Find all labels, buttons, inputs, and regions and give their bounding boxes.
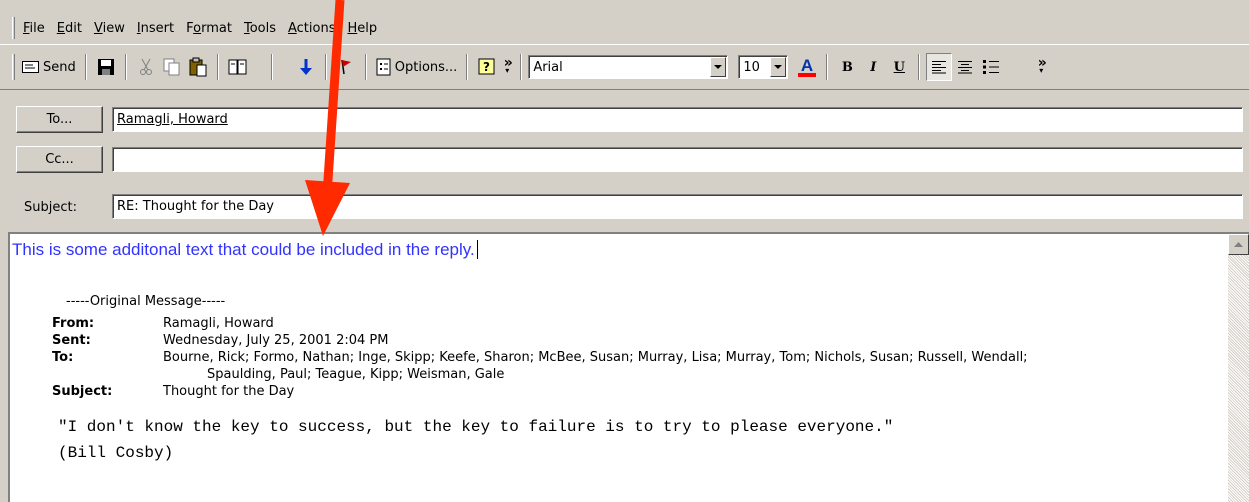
quote-line-2: (Bill Cosby) — [58, 444, 174, 462]
send-icon — [22, 61, 39, 73]
font-size-dropdown-icon[interactable] — [770, 57, 787, 77]
cut-button[interactable] — [133, 53, 159, 81]
font-color-button[interactable]: A — [794, 53, 820, 81]
svg-text:?: ? — [483, 60, 490, 74]
menu-actions[interactable]: Actions — [288, 21, 336, 36]
orig-to-label: To: — [52, 350, 74, 365]
menu-view[interactable]: View — [94, 21, 125, 36]
italic-button[interactable]: I — [860, 53, 886, 81]
orig-sent-label: Sent: — [52, 333, 91, 348]
font-size-value: 10 — [743, 59, 760, 75]
font-color-icon: A — [798, 56, 817, 77]
toolbar-separator — [216, 54, 219, 80]
bullets-button[interactable] — [978, 53, 1004, 81]
chevron-down-icon: ▾ — [505, 66, 510, 75]
orig-sent-value: Wednesday, July 25, 2001 2:04 PM — [163, 333, 389, 348]
underline-button[interactable]: U — [886, 53, 912, 81]
scissors-icon — [139, 58, 152, 75]
to-button[interactable]: To... — [16, 106, 103, 133]
align-center-icon — [958, 61, 973, 74]
orig-from-label: From: — [52, 316, 95, 331]
address-book-button[interactable] — [225, 53, 251, 81]
send-label: Send — [43, 59, 76, 75]
cc-field[interactable] — [112, 147, 1243, 172]
align-left-icon — [932, 61, 947, 74]
toolbar-separator — [364, 54, 367, 80]
svg-text:A: A — [801, 56, 813, 75]
menu-insert[interactable]: Insert — [137, 21, 174, 36]
toolbar-separator — [918, 54, 921, 80]
toolbar-separator — [124, 54, 127, 80]
flag-icon — [341, 59, 351, 75]
align-left-button[interactable] — [926, 53, 953, 81]
vertical-scrollbar[interactable] — [1228, 234, 1249, 502]
help-button[interactable]: ? — [474, 53, 500, 81]
reply-text: This is some additonal text that could b… — [12, 240, 478, 260]
scroll-up-button[interactable] — [1228, 234, 1249, 255]
down-arrow-icon — [299, 59, 312, 75]
align-center-button[interactable] — [952, 53, 978, 81]
font-name-value: Arial — [533, 59, 563, 75]
toolbar-separator — [466, 54, 469, 80]
paste-icon — [189, 57, 207, 77]
toolbar-overflow-chevron-2[interactable]: » ▾ — [1034, 53, 1048, 81]
flag-button[interactable] — [333, 53, 359, 81]
toolbar-separator — [84, 54, 87, 80]
quote-line-1: "I don't know the key to success, but th… — [58, 418, 894, 436]
send-button[interactable]: Send — [19, 53, 79, 81]
to-recipient: Ramagli, Howard — [117, 112, 228, 127]
toolbar-separator — [826, 54, 829, 80]
toolbar-grip[interactable] — [12, 54, 15, 80]
menu-bar: File Edit View Insert Format Tools Actio… — [0, 12, 1249, 44]
toolbar-overflow-chevron[interactable]: » ▾ — [500, 53, 514, 81]
to-button-label: To... — [46, 112, 73, 127]
paste-button[interactable] — [185, 53, 211, 81]
subject-value: RE: Thought for the Day — [117, 199, 274, 214]
copy-icon — [163, 58, 180, 76]
menu-format[interactable]: Format — [186, 21, 232, 36]
save-button[interactable] — [93, 53, 119, 81]
orig-subject-label: Subject: — [52, 384, 113, 399]
options-label: Options... — [394, 59, 458, 75]
reply-text-content: This is some additonal text that could b… — [12, 240, 475, 259]
bold-button[interactable]: B — [834, 53, 860, 81]
menu-help[interactable]: Help — [347, 21, 377, 36]
menu-edit[interactable]: Edit — [57, 21, 82, 36]
menu-grip[interactable] — [12, 17, 15, 39]
text-cursor — [476, 240, 478, 259]
low-importance-button[interactable] — [293, 53, 319, 81]
original-message-separator: -----Original Message----- — [66, 294, 226, 309]
chevron-up-icon — [1234, 242, 1243, 247]
options-button[interactable]: Options... — [373, 53, 461, 81]
orig-to-value-line1: Bourne, Rick; Formo, Nathan; Inge, Skipp… — [163, 350, 1028, 365]
save-icon — [97, 59, 114, 75]
subject-label: Subject: — [24, 200, 77, 215]
options-icon — [376, 58, 391, 76]
menu-tools[interactable]: Tools — [244, 21, 276, 36]
font-name-select[interactable]: Arial — [528, 55, 729, 79]
toolbar: Send Options... ? » ▾ Arial 10 A B I U »… — [0, 44, 1249, 90]
cc-button-label: Cc... — [45, 152, 74, 167]
to-field[interactable]: Ramagli, Howard — [112, 107, 1243, 132]
bullet-list-icon — [983, 60, 1000, 74]
help-icon: ? — [478, 58, 495, 75]
cc-button[interactable]: Cc... — [16, 146, 103, 173]
orig-subject-value: Thought for the Day — [163, 384, 295, 399]
toolbar-separator — [520, 54, 523, 80]
message-body[interactable]: This is some additonal text that could b… — [8, 232, 1249, 502]
chevron-down-icon: ▾ — [1039, 66, 1044, 75]
font-size-select[interactable]: 10 — [738, 55, 789, 79]
subject-field[interactable]: RE: Thought for the Day — [112, 194, 1243, 219]
toolbar-separator — [270, 54, 273, 80]
orig-to-value-line2: Spaulding, Paul; Teague, Kipp; Weisman, … — [207, 367, 505, 382]
address-book-icon — [228, 59, 247, 75]
menu-file[interactable]: File — [23, 21, 45, 36]
orig-from-value: Ramagli, Howard — [163, 316, 274, 331]
font-name-dropdown-icon[interactable] — [710, 57, 727, 77]
toolbar-separator — [324, 54, 327, 80]
copy-button[interactable] — [159, 53, 185, 81]
